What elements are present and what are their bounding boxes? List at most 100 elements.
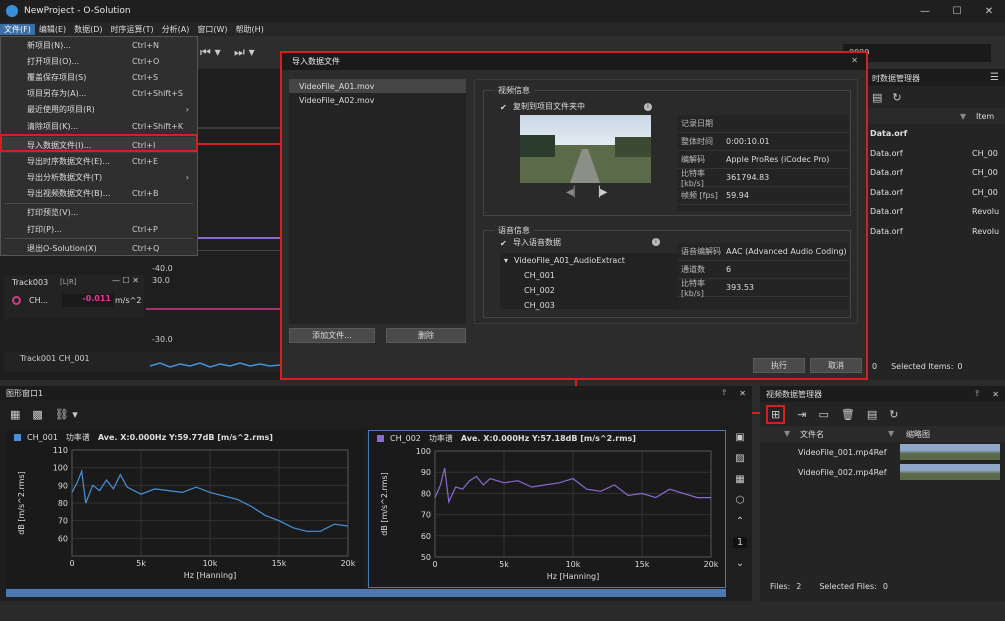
audio-channel-item[interactable]: CH_002	[500, 283, 678, 298]
cancel-button[interactable]: 取消	[810, 358, 862, 373]
data-row[interactable]: Data.orf CH_00	[868, 183, 1005, 203]
horizontal-scrollbar[interactable]	[6, 589, 726, 597]
list-icon[interactable]: ▤	[872, 91, 882, 104]
link-icon[interactable]: ⛓ ▾	[55, 408, 78, 421]
chart1-channel: CH_001	[27, 432, 58, 442]
data-row[interactable]: Data.orf CH_00	[868, 163, 1005, 183]
info-value: Apple ProRes (iCodec Pro)	[726, 155, 830, 164]
filter-icon[interactable]: ▼	[960, 112, 966, 121]
execute-button[interactable]: 执行	[753, 358, 805, 373]
refresh-icon[interactable]: ↻	[892, 91, 901, 104]
menu-icon[interactable]: ☰	[990, 72, 999, 83]
file-menu-item[interactable]: 项目另存为(A)... Ctrl+Shift+S	[1, 86, 197, 102]
chart-type-icon[interactable]: ▦	[10, 408, 20, 421]
audio-channel-item[interactable]: CH_003	[500, 298, 678, 313]
add-video-icon[interactable]: ⊞	[766, 404, 786, 424]
file-menu-item[interactable]: 清除项目(K)... Ctrl+Shift+K	[1, 118, 197, 134]
files-label: Files:	[770, 582, 791, 591]
image-icon[interactable]: ▣	[735, 432, 744, 443]
play-icon[interactable]: ▕▶	[592, 187, 607, 198]
table-icon[interactable]: ▦	[735, 474, 744, 485]
video-row[interactable]: VideoFile_001.mp4Ref	[760, 442, 1005, 462]
grid-icon[interactable]: ▩	[32, 408, 42, 421]
cube-icon[interactable]: ⬡	[736, 495, 745, 506]
menu-item-shortcut: Ctrl+Shift+S	[132, 89, 183, 99]
menu-3[interactable]: 时序运算(T)	[107, 24, 158, 35]
data-row[interactable]: Data.orf	[868, 124, 1005, 144]
menu-6[interactable]: 帮助(H)	[232, 24, 268, 35]
menu-separator	[5, 202, 193, 204]
y-tick-label: 70	[421, 511, 431, 520]
menu-item-label: 最近使用的项目(R)	[27, 105, 95, 115]
video-manager: 视频数据管理器 ⫯ ✕ ⊞ ⇥ ▭ 🗑 ▤ ↻ ▼ 文件名 ▼ 缩略图 Vide…	[760, 386, 1005, 601]
data-manager-header: 时数据管理器 ☰	[868, 70, 1005, 86]
delete-icon[interactable]: 🗑	[841, 408, 855, 421]
dialog-close-icon[interactable]: ✕	[851, 56, 858, 65]
data-row[interactable]: Data.orf Revolu	[868, 222, 1005, 242]
pin-icon[interactable]: ⫯	[723, 388, 726, 398]
file-item[interactable]: VideoFile_A01.mov	[289, 79, 466, 93]
refresh-icon[interactable]: ↻	[889, 408, 898, 421]
photo-icon[interactable]: ▨	[735, 453, 744, 464]
video-manager-title: 视频数据管理器	[766, 389, 822, 399]
file-menu-item[interactable]: 导出视频数据文件(B)... Ctrl+B	[1, 186, 197, 202]
export-icon[interactable]: ⇥	[797, 408, 806, 421]
maximize-icon[interactable]: ☐	[941, 0, 973, 22]
video-row[interactable]: VideoFile_002.mp4Ref	[760, 462, 1005, 482]
file-menu-item[interactable]: 退出O-Solution(X) Ctrl+Q	[1, 240, 197, 256]
skip-back-icon[interactable]: ⏮ ▾	[200, 45, 221, 60]
delete-button[interactable]: 删除	[386, 328, 466, 343]
info-icon[interactable]: i	[652, 238, 660, 246]
file-menu-item[interactable]: 打印预览(V)...	[1, 205, 197, 221]
file-menu-item[interactable]: 导出分析数据文件(T) ›	[1, 170, 197, 186]
file-menu-item[interactable]: 打开项目(O)... Ctrl+O	[1, 53, 197, 69]
data-manager-title: 时数据管理器	[872, 73, 920, 83]
filter-icon[interactable]: ▼	[888, 429, 894, 438]
close-icon[interactable]: ✕	[973, 0, 1005, 22]
minimize-icon[interactable]: —	[909, 0, 941, 22]
close-icon[interactable]: ✕	[992, 390, 999, 399]
status-selected-count: 0	[957, 362, 963, 371]
info-icon[interactable]: i	[644, 102, 652, 111]
menu-4[interactable]: 分析(A)	[158, 24, 194, 35]
file-menu-item[interactable]: 新项目(N)... Ctrl+N	[1, 37, 197, 53]
data-row[interactable]: Data.orf Revolu	[868, 202, 1005, 222]
status-bar	[0, 601, 1005, 621]
skip-forward-icon[interactable]: ⏭ ▾	[234, 45, 255, 60]
track-lr-icon[interactable]: [L|R]	[60, 278, 77, 286]
list-icon[interactable]: ▤	[867, 408, 877, 421]
menu-5[interactable]: 窗口(W)	[193, 24, 231, 35]
info-value: AAC (Advanced Audio Coding)	[726, 247, 847, 256]
file-menu-item[interactable]: 导出时序数据文件(E)... Ctrl+E	[1, 153, 197, 169]
track-window-ctrls[interactable]: — ☐ ✕	[112, 276, 139, 285]
menu-item-label: 打印预览(V)...	[27, 208, 79, 218]
audio-checkbox[interactable]: ✔ 导入语音数据	[500, 237, 561, 248]
menu-0[interactable]: 文件(F)	[0, 23, 35, 35]
folder-icon[interactable]: ▭	[818, 408, 828, 421]
chart-pane-1: CH_001 功率谱 Ave. X:0.000Hz Y:59.77dB [m/s…	[6, 430, 364, 588]
video-manager-toolbar: ⊞ ⇥ ▭ 🗑 ▤ ↻	[760, 402, 1005, 426]
filter-icon[interactable]: ▼	[784, 429, 790, 438]
data-manager-panel: 时数据管理器 ☰ ▤ ↻ ▼ Item Data.orf Data.orf CH_0…	[868, 70, 1005, 380]
menu-2[interactable]: 数据(D)	[70, 24, 106, 35]
record-icon[interactable]	[12, 296, 21, 305]
audio-tree-root[interactable]: ▾ VideoFile_A01_AudioExtract	[500, 253, 678, 268]
audio-channel-item[interactable]: CH_001	[500, 268, 678, 283]
menu-item-label: 打开项目(O)...	[27, 56, 80, 66]
y-axis-label: dB [m/s^2.rms]	[17, 471, 26, 534]
data-row[interactable]: Data.orf CH_00	[868, 144, 1005, 164]
menu-1[interactable]: 编辑(E)	[35, 24, 70, 35]
file-menu-item[interactable]: 打印(P)... Ctrl+P	[1, 221, 197, 237]
menu-item-label: 覆盖保存项目(S)	[27, 72, 87, 82]
copy-checkbox[interactable]: ✔ 复制到项目文件夹中 i	[500, 101, 652, 112]
prev-frame-icon[interactable]: ◀▏	[566, 187, 581, 198]
close-icon[interactable]: ✕	[739, 389, 746, 398]
audio-info-title: 语音信息	[494, 225, 534, 236]
file-menu-item[interactable]: 覆盖保存项目(S) Ctrl+S	[1, 69, 197, 85]
pin-icon[interactable]: ⫯	[976, 389, 979, 399]
file-menu-item[interactable]: 最近使用的项目(R) ›	[1, 102, 197, 118]
chevron-down-icon[interactable]: ⌄	[736, 558, 744, 569]
chevron-up-icon[interactable]: ⌃	[736, 516, 744, 527]
file-item[interactable]: VideoFile_A02.mov	[289, 93, 466, 107]
add-file-button[interactable]: 添加文件...	[289, 328, 375, 343]
